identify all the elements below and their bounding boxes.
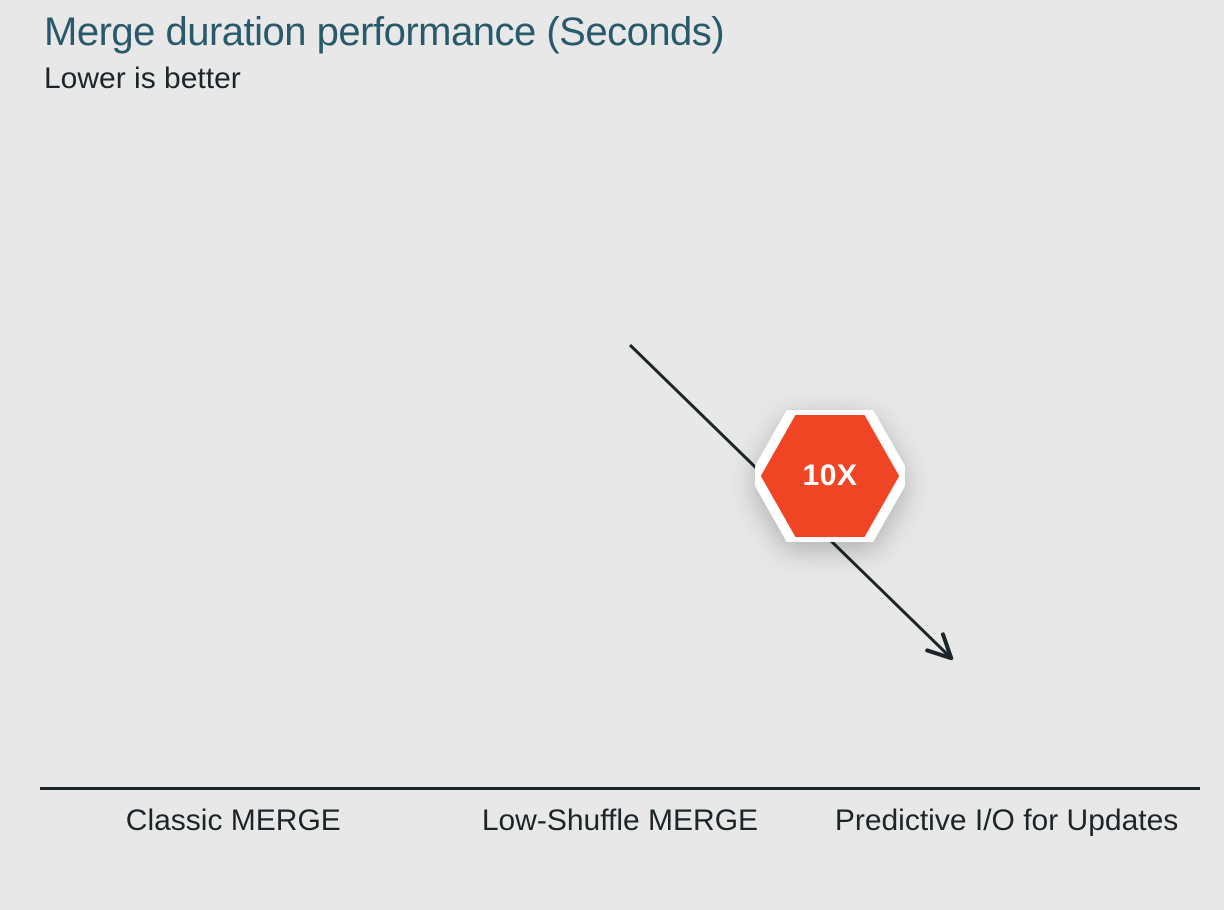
x-axis-line	[40, 787, 1200, 790]
x-axis-labels: Classic MERGE Low-Shuffle MERGE Predicti…	[40, 792, 1200, 840]
chart-subtitle: Lower is better	[44, 62, 241, 96]
x-label-2: Predictive I/O for Updates	[813, 792, 1200, 840]
plot-area: 10X	[40, 160, 1200, 790]
x-label-0: Classic MERGE	[40, 792, 427, 840]
x-label-1: Low-Shuffle MERGE	[427, 792, 814, 840]
bars-container	[40, 160, 1200, 787]
chart-title: Merge duration performance (Seconds)	[44, 10, 724, 55]
chart-canvas: Merge duration performance (Seconds) Low…	[0, 0, 1224, 910]
